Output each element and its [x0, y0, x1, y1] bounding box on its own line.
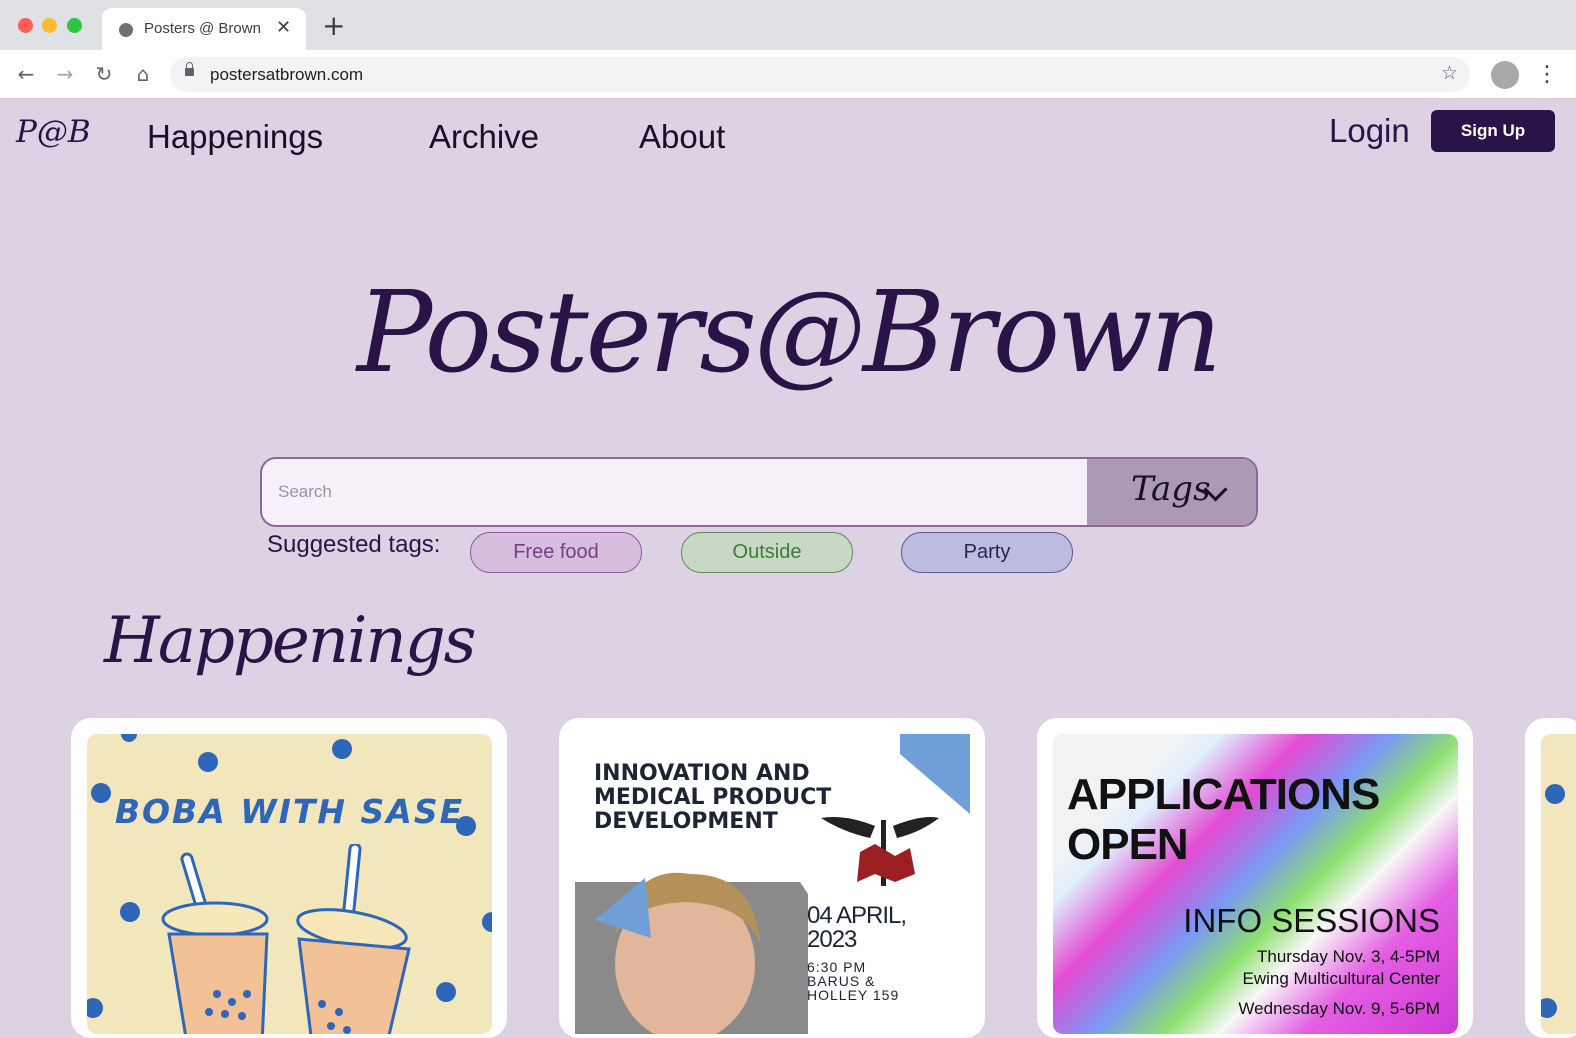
applications-schedule-line-2: Ewing Multicultural Center — [1242, 969, 1440, 988]
address-bar[interactable]: postersatbrown.com ☆ — [170, 57, 1470, 92]
tags-dropdown-button[interactable]: Tags — [1087, 459, 1256, 525]
poster-dot — [198, 752, 218, 772]
profile-avatar[interactable] — [1491, 61, 1519, 89]
medical-details-line-1: 6:30 PM — [807, 959, 867, 975]
medical-details-line-2: BARUS & — [807, 973, 876, 989]
applications-schedule-line-3: Wednesday Nov. 9, 5-6PM — [1238, 999, 1440, 1018]
poster-card-applications[interactable]: APPLICATIONS OPEN INFO SESSIONS Thursday… — [1037, 718, 1473, 1038]
tab-title: Posters @ Brown — [144, 20, 261, 37]
boba-poster-title: BOBA WITH SASE — [114, 792, 465, 831]
medical-poster-details: 6:30 PM BARUS & HOLLEY 159 — [807, 960, 899, 1002]
close-window-button[interactable] — [18, 18, 33, 33]
poster-card-partial[interactable] — [1525, 718, 1576, 1038]
lock-icon — [185, 62, 194, 76]
medical-poster-image: INNOVATION AND MEDICAL PRODUCT DEVELOPME… — [575, 734, 970, 1034]
tag-free-food[interactable]: Free food — [470, 532, 642, 573]
home-icon[interactable]: ⌂ — [131, 62, 155, 86]
poster-dot — [120, 902, 140, 922]
applications-poster-subtitle: INFO SESSIONS — [1183, 902, 1440, 939]
medical-title-line-2: MEDICAL PRODUCT — [594, 785, 832, 810]
boba-cup-left — [161, 852, 269, 1034]
medical-poster-title: INNOVATION AND MEDICAL PRODUCT DEVELOPME… — [594, 762, 831, 834]
tag-party[interactable]: Party — [901, 532, 1073, 573]
poster-dot — [87, 998, 103, 1018]
nav-link-about[interactable]: About — [639, 118, 725, 156]
reload-icon[interactable]: ↻ — [92, 62, 116, 86]
forward-arrow-icon[interactable]: → — [53, 62, 77, 86]
corner-shape — [900, 734, 970, 814]
search-bar: Tags — [260, 457, 1258, 527]
poster-dot — [1545, 784, 1565, 804]
poster-dot — [482, 912, 492, 932]
poster-dot — [436, 982, 456, 1002]
browser-menu-icon[interactable]: ⋮ — [1536, 62, 1558, 87]
happenings-section-title: Happenings — [104, 604, 476, 678]
bookmark-star-icon[interactable]: ☆ — [1441, 62, 1458, 84]
partial-poster-image — [1541, 734, 1576, 1034]
applications-poster-schedule: Thursday Nov. 3, 4-5PM Ewing Multicultur… — [1238, 946, 1440, 1020]
medical-title-line-3: DEVELOPMENT — [594, 809, 778, 834]
url-text: postersatbrown.com — [210, 65, 364, 84]
poster-card-medical[interactable]: INNOVATION AND MEDICAL PRODUCT DEVELOPME… — [559, 718, 985, 1038]
favicon-icon — [119, 23, 133, 37]
poster-dot — [1541, 998, 1557, 1018]
applications-title-line-2: OPEN — [1067, 820, 1189, 869]
medical-details-line-3: HOLLEY 159 — [807, 987, 900, 1003]
new-tab-button[interactable]: + — [322, 12, 345, 40]
site-logo[interactable]: P@B — [16, 114, 91, 150]
medical-date-line-1: 04 APRIL, — [807, 902, 907, 929]
boba-cups-illustration — [161, 844, 411, 1034]
medical-date-line-2: 2023 — [807, 926, 857, 953]
browser-tab-bar: Posters @ Brown ✕ + — [0, 0, 1576, 50]
sign-up-button[interactable]: Sign Up — [1431, 110, 1555, 152]
poster-dot — [121, 734, 137, 742]
browser-tab[interactable]: Posters @ Brown ✕ — [102, 8, 306, 50]
medical-poster-date: 04 APRIL, 2023 — [807, 902, 907, 953]
tag-outside[interactable]: Outside — [681, 532, 853, 573]
tab-close-icon[interactable]: ✕ — [276, 17, 291, 38]
maximize-window-button[interactable] — [67, 18, 82, 33]
suggested-tags-label: Suggested tags: — [267, 531, 441, 558]
hero-title: Posters@Brown — [356, 268, 1222, 398]
search-input[interactable] — [262, 459, 1082, 525]
back-arrow-icon[interactable]: ← — [14, 62, 38, 86]
nav-link-archive[interactable]: Archive — [429, 118, 539, 156]
applications-poster-title: APPLICATIONS OPEN — [1067, 770, 1380, 870]
minimize-window-button[interactable] — [42, 18, 57, 33]
boba-poster-image: BOBA WITH SASE — [87, 734, 492, 1034]
login-link[interactable]: Login — [1329, 112, 1410, 150]
poster-dot — [332, 739, 352, 759]
applications-schedule-line-1: Thursday Nov. 3, 4-5PM — [1257, 947, 1440, 966]
poster-card-boba[interactable]: BOBA WITH SASE — [71, 718, 507, 1038]
caduceus-logo-icon — [821, 817, 939, 886]
tags-label: Tags — [1131, 469, 1211, 509]
applications-title-line-1: APPLICATIONS — [1067, 770, 1380, 819]
medical-title-line-1: INNOVATION AND — [594, 761, 810, 786]
applications-poster-image: APPLICATIONS OPEN INFO SESSIONS Thursday… — [1053, 734, 1458, 1034]
boba-cup-right — [296, 844, 411, 1034]
browser-toolbar: ← → ↻ ⌂ postersatbrown.com ☆ — [0, 50, 1576, 99]
nav-link-happenings[interactable]: Happenings — [147, 118, 323, 156]
